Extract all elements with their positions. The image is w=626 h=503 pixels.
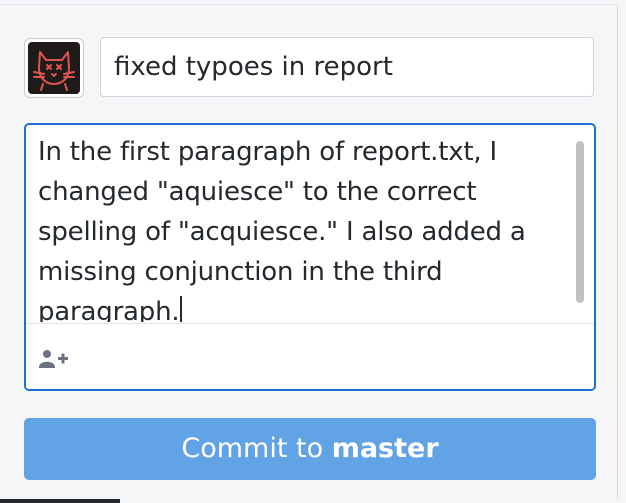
user-avatar [24,38,84,98]
commit-description-field[interactable]: In the first paragraph of report.txt, I … [24,123,596,391]
text-caret [180,296,183,322]
bottom-edge-bar [0,499,120,503]
cat-avatar-icon [28,42,80,94]
commit-button-prefix: Commit to [181,433,324,464]
description-value: In the first paragraph of report.txt, I … [38,137,526,322]
commit-summary-input[interactable]: fixed typoes in report [100,37,594,97]
add-user-icon [39,350,68,368]
commit-panel: fixed typoes in report In the first para… [0,4,618,499]
description-footer [26,323,594,389]
description-scrollbar[interactable] [576,141,584,303]
add-coauthor-button[interactable] [38,348,72,372]
commit-button[interactable]: Commit to master [24,418,596,480]
commit-button-branch: master [331,433,439,464]
commit-description-text[interactable]: In the first paragraph of report.txt, I … [38,132,568,322]
